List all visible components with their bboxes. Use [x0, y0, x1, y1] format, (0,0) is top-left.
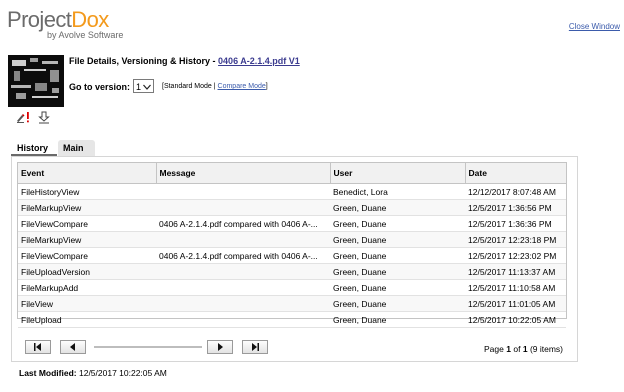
- pager-page-word: Page: [484, 344, 504, 354]
- prev-page-button[interactable]: [60, 340, 86, 354]
- file-details-title: File Details, Versioning & History - 040…: [69, 56, 300, 66]
- cell-user: Benedict, Lora: [330, 183, 465, 200]
- cell-user: Green, Duane: [330, 231, 465, 248]
- file-thumbnail[interactable]: [8, 55, 64, 107]
- last-page-button[interactable]: [242, 340, 268, 354]
- table-row[interactable]: FileMarkupView Green, Duane 12/5/2017 12:2…: [18, 231, 566, 248]
- cell-date: 12/5/2017 11:13:37 AM: [465, 263, 566, 280]
- cell-date: 12/5/2017 1:36:36 PM: [465, 215, 566, 232]
- cell-message: [156, 279, 330, 296]
- cell-date: 12/5/2017 10:22:05 AM: [465, 311, 566, 328]
- close-window-link[interactable]: Close Window: [569, 22, 620, 31]
- pager-of-word: of: [513, 344, 521, 354]
- cell-user: Green, Duane: [330, 263, 465, 280]
- tab-main[interactable]: Main: [58, 140, 95, 156]
- cell-user: Green, Duane: [330, 295, 465, 312]
- table-row[interactable]: FileViewCompare 0406 A-2.1.4.pdf compared…: [18, 215, 566, 232]
- cell-event: FileView: [18, 295, 156, 312]
- last-modified-value: 12/5/2017 10:22:05 AM: [78, 368, 167, 378]
- cell-user: Green, Duane: [330, 215, 465, 232]
- cell-user: Green, Duane: [330, 247, 465, 264]
- cell-event: FileViewCompare: [18, 247, 156, 264]
- cell-event: FileMarkupView: [18, 199, 156, 216]
- mode-close-bracket: ]: [265, 83, 268, 90]
- cell-user: Green, Duane: [330, 199, 465, 216]
- cell-date: 12/5/2017 12:23:02 PM: [465, 247, 566, 264]
- projectdox-logo: ProjectDox by Avolve Software: [7, 9, 147, 41]
- prev-page-icon: [70, 343, 75, 351]
- cell-message: [156, 199, 330, 216]
- last-page-icon: [252, 343, 259, 351]
- cell-date: 12/5/2017 11:10:58 AM: [465, 279, 566, 296]
- cell-message: [156, 311, 330, 328]
- cell-event: FileHistoryView: [18, 183, 156, 200]
- first-page-button[interactable]: [25, 340, 51, 354]
- header-row: Event Message User Date: [18, 163, 566, 184]
- cell-event: FileViewCompare: [18, 215, 156, 232]
- logo-subtitle: by Avolve Software: [47, 30, 124, 40]
- markup-alert-icon[interactable]: [16, 111, 30, 123]
- cell-date: 12/5/2017 1:36:56 PM: [465, 199, 566, 216]
- last-modified: Last Modified: 12/5/2017 10:22:05 AM: [19, 368, 167, 378]
- mode-switch: [Standard Mode | Compare Mode]: [162, 83, 268, 90]
- cell-message: 0406 A-2.1.4.pdf compared with 0406 A-..…: [156, 247, 330, 264]
- table-row[interactable]: FileMarkupAdd Green, Duane 12/5/2017 11:10…: [18, 279, 566, 296]
- cell-message: 0406 A-2.1.4.pdf compared with 0406 A-..…: [156, 215, 330, 232]
- table-row[interactable]: FileHistoryView Benedict, Lora 12/12/2017 …: [18, 183, 566, 200]
- cell-message: [156, 295, 330, 312]
- pager-info: Page 1 of 1 (9 items): [484, 344, 563, 354]
- cell-date: 12/5/2017 11:01:05 AM: [465, 295, 566, 312]
- next-page-icon: [218, 343, 223, 351]
- column-header-event[interactable]: Event: [18, 163, 157, 184]
- compare-mode-link[interactable]: Compare Mode: [218, 83, 266, 90]
- cell-message: [156, 183, 330, 200]
- pager-track[interactable]: [94, 346, 202, 348]
- pager-item-count: (9 items): [529, 344, 563, 354]
- goto-version-label: Go to version:: [69, 82, 131, 92]
- logo-word-dox: Dox: [71, 7, 109, 32]
- cell-user: Green, Duane: [330, 279, 465, 296]
- column-header-date[interactable]: Date: [465, 163, 566, 184]
- cell-user: Green, Duane: [330, 311, 465, 328]
- table-row[interactable]: FileUpload Green, Duane 12/5/2017 10:22:05…: [18, 311, 566, 328]
- cell-date: 12/5/2017 12:23:18 PM: [465, 231, 566, 248]
- cell-event: FileMarkupAdd: [18, 279, 156, 296]
- table-row[interactable]: FileMarkupView Green, Duane 12/5/2017 1:36…: [18, 199, 566, 216]
- pager-current-page: 1: [506, 344, 511, 354]
- next-page-button[interactable]: [207, 340, 233, 354]
- cell-message: [156, 263, 330, 280]
- version-select[interactable]: 1: [133, 79, 154, 93]
- tab-history[interactable]: History: [11, 140, 57, 156]
- history-grid: Event Message User Date FileHistoryView B…: [17, 162, 567, 328]
- version-selected-value: 1: [136, 82, 142, 92]
- pager-total-pages: 1: [522, 344, 528, 354]
- cell-event: FileUpload: [18, 311, 156, 328]
- chevron-down-icon: [143, 81, 151, 95]
- standard-mode-text: [Standard Mode |: [162, 83, 218, 90]
- first-page-icon: [34, 343, 41, 351]
- logo-word-project: Project: [7, 7, 72, 32]
- cell-event: FileMarkupView: [18, 231, 156, 248]
- file-version-link[interactable]: 0406 A-2.1.4.pdf V1: [218, 56, 300, 66]
- last-modified-label: Last Modified:: [19, 368, 77, 378]
- cell-message: [156, 231, 330, 248]
- column-header-message[interactable]: Message: [156, 163, 331, 184]
- table-row[interactable]: FileViewCompare 0406 A-2.1.4.pdf compared…: [18, 247, 566, 264]
- title-prefix: File Details, Versioning & History -: [69, 56, 219, 66]
- cell-date: 12/12/2017 8:07:48 AM: [465, 183, 566, 200]
- download-icon[interactable]: [38, 111, 50, 124]
- column-header-user[interactable]: User: [330, 163, 466, 184]
- table-row[interactable]: FileUploadVersion Green, Duane 12/5/2017 1…: [18, 263, 566, 280]
- table-row[interactable]: FileView Green, Duane 12/5/2017 11:01:05 A…: [18, 295, 566, 312]
- cell-event: FileUploadVersion: [18, 263, 156, 280]
